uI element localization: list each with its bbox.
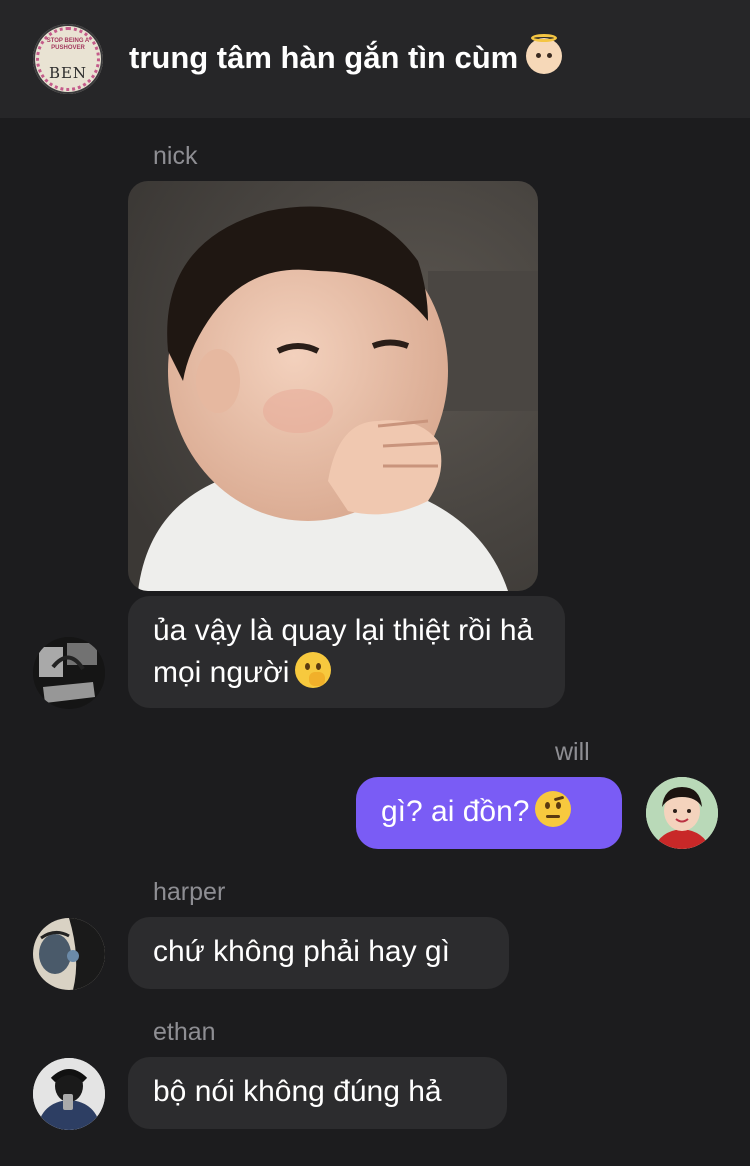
avatar-ethan[interactable] bbox=[33, 1058, 105, 1130]
message-bubble-will[interactable]: gì? ai đồn? bbox=[356, 777, 622, 849]
toddler-photo-image bbox=[128, 181, 538, 591]
sender-name-harper: harper bbox=[153, 878, 226, 906]
group-avatar[interactable]: STOP BEING A PUSHOVER BEN bbox=[33, 24, 103, 94]
avatar-nick[interactable] bbox=[33, 637, 105, 709]
avatar-nick-image bbox=[33, 637, 105, 709]
avatar-harper[interactable] bbox=[33, 918, 105, 990]
face-with-hand-over-mouth-emoji-icon bbox=[295, 652, 332, 688]
avatar-will-image bbox=[646, 777, 718, 849]
message-bubble-harper[interactable]: chứ không phải hay gì bbox=[128, 917, 509, 989]
sender-name-ethan: ethan bbox=[153, 1018, 216, 1046]
avatar-will[interactable] bbox=[646, 777, 718, 849]
avatar-ethan-image bbox=[33, 1058, 105, 1130]
avatar-harper-image bbox=[33, 918, 105, 990]
message-text: chứ không phải hay gì bbox=[153, 935, 450, 968]
message-bubble-nick[interactable]: ủa vậy là quay lại thiệt rồi hả mọi ngườ… bbox=[128, 596, 565, 708]
group-avatar-small-text: STOP BEING A PUSHOVER bbox=[46, 38, 90, 51]
message-text: ủa vậy là quay lại thiệt rồi hả mọi ngườ… bbox=[153, 614, 534, 689]
message-text: bộ nói không đúng hả bbox=[153, 1075, 442, 1108]
sender-name-nick: nick bbox=[153, 142, 198, 170]
group-avatar-text: BEN bbox=[48, 64, 88, 82]
face-with-raised-eyebrow-emoji-icon bbox=[535, 791, 572, 827]
chat-title[interactable]: trung tâm hàn gắn tìn cùm bbox=[129, 34, 563, 76]
shared-photo[interactable] bbox=[128, 181, 538, 591]
sender-name-will: will bbox=[555, 738, 590, 766]
message-text: gì? ai đồn? bbox=[381, 795, 530, 828]
chat-title-text: trung tâm hàn gắn tìn cùm bbox=[129, 40, 519, 75]
message-bubble-ethan[interactable]: bộ nói không đúng hả bbox=[128, 1057, 507, 1129]
chat-header: STOP BEING A PUSHOVER BEN trung tâm hàn … bbox=[0, 0, 750, 118]
baby-angel-emoji-icon bbox=[526, 34, 563, 74]
